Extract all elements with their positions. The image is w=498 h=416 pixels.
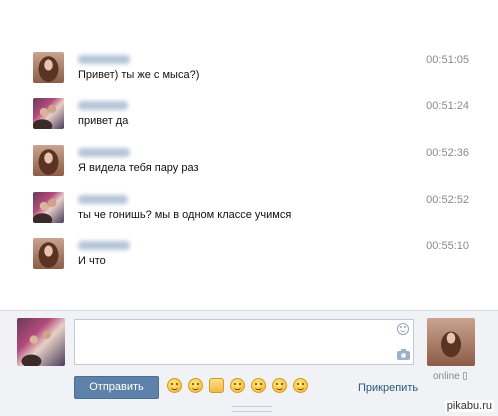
- sender-avatar[interactable]: [33, 238, 64, 269]
- sender-avatar[interactable]: [33, 145, 64, 176]
- sender-avatar[interactable]: [33, 192, 64, 223]
- grinning-emoji-icon[interactable]: [293, 378, 308, 393]
- message-input[interactable]: [74, 319, 414, 365]
- sleepy-emoji-icon[interactable]: [272, 378, 287, 393]
- sender-avatar[interactable]: [33, 52, 64, 83]
- sender-avatar[interactable]: [33, 98, 64, 129]
- resize-handle[interactable]: [232, 406, 272, 412]
- smiling-emoji-icon[interactable]: [230, 378, 245, 393]
- blushing-emoji-icon[interactable]: [188, 378, 203, 393]
- message-time[interactable]: 00:55:10: [426, 240, 469, 252]
- happy-emoji-icon[interactable]: [251, 378, 266, 393]
- message-time[interactable]: 00:51:05: [426, 54, 469, 66]
- sender-name-blurred[interactable]: [78, 195, 128, 204]
- message-text: ты че гонишь? мы в одном классе учимся: [78, 209, 292, 221]
- thumbs-up-emoji-icon[interactable]: [209, 378, 224, 393]
- peer-online-status: online: [433, 371, 467, 382]
- message-item: И что 00:55:10: [0, 238, 498, 278]
- message-text: Я видела тебя пару раз: [78, 162, 199, 174]
- message-time[interactable]: 00:52:36: [426, 147, 469, 159]
- online-label: online: [433, 371, 460, 382]
- message-item: привет да 00:51:24: [0, 98, 498, 138]
- message-item: ты че гонишь? мы в одном классе учимся 0…: [0, 192, 498, 232]
- message-time[interactable]: 00:52:52: [426, 194, 469, 206]
- attach-link[interactable]: Прикрепить: [358, 382, 418, 394]
- send-button[interactable]: Отправить: [74, 376, 159, 399]
- watermark: pikabu.ru: [444, 400, 494, 412]
- camera-icon[interactable]: [397, 349, 410, 360]
- message-item: Я видела тебя пару раз 00:52:36: [0, 145, 498, 185]
- sender-name-blurred[interactable]: [78, 148, 130, 157]
- mobile-phone-icon: [462, 372, 467, 380]
- message-history: Привет) ты же с мыса?) 00:51:05 привет д…: [0, 0, 498, 310]
- smile-icon[interactable]: [397, 323, 409, 335]
- my-avatar[interactable]: [17, 318, 65, 366]
- laughing-emoji-icon[interactable]: [167, 378, 182, 393]
- message-time[interactable]: 00:51:24: [426, 100, 469, 112]
- message-text: И что: [78, 255, 106, 267]
- sender-name-blurred[interactable]: [78, 55, 130, 64]
- message-text: привет да: [78, 115, 129, 127]
- message-item: Привет) ты же с мыса?) 00:51:05: [0, 52, 498, 92]
- sender-name-blurred[interactable]: [78, 241, 130, 250]
- message-composer: online Отправить Прикрепить: [0, 310, 498, 416]
- sender-name-blurred[interactable]: [78, 101, 128, 110]
- message-text: Привет) ты же с мыса?): [78, 69, 200, 81]
- peer-avatar[interactable]: [427, 318, 475, 366]
